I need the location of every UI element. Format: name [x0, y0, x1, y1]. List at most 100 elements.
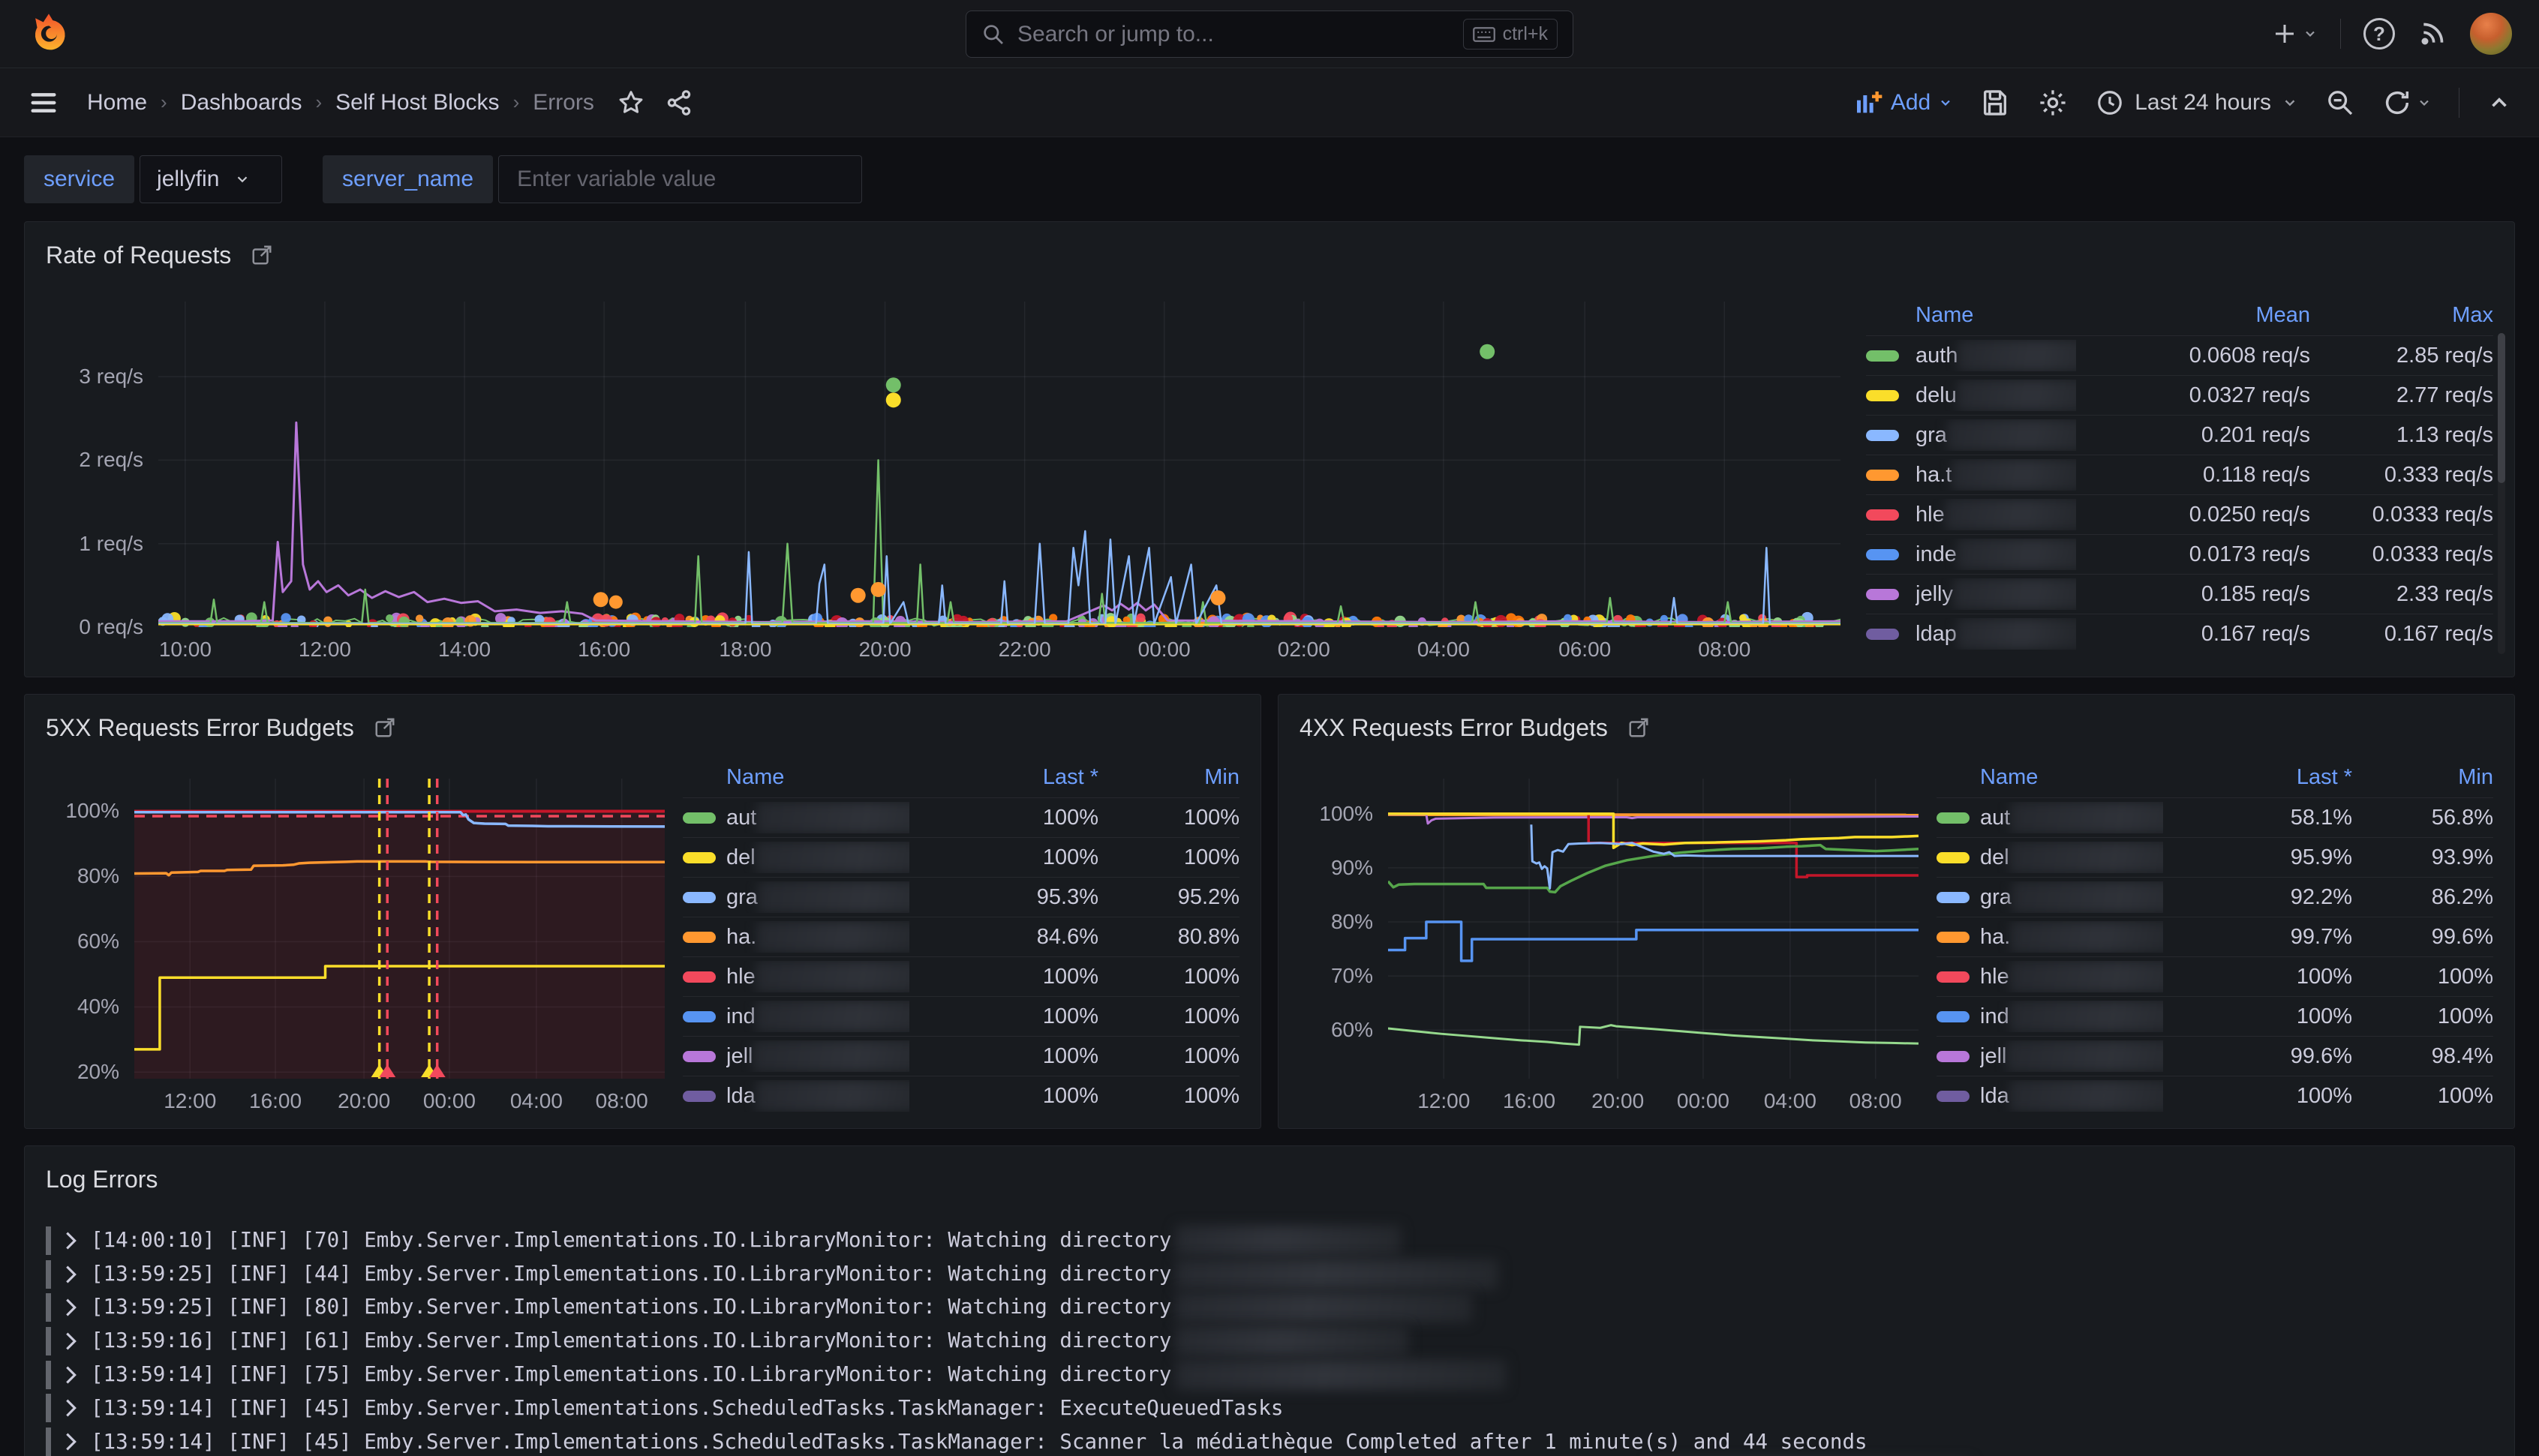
expand-chevron-icon[interactable]: [65, 1398, 77, 1418]
expand-chevron-icon[interactable]: [65, 1265, 77, 1284]
legend-row[interactable]: auth0.0608 req/s2.85 req/s: [1866, 335, 2493, 375]
legend-row[interactable]: lda100%100%: [683, 1076, 1239, 1115]
series-color-pill[interactable]: [1866, 549, 1899, 560]
legend-row[interactable]: gra95.3%95.2%: [683, 877, 1239, 917]
legend-row[interactable]: jelly0.185 req/s2.33 req/s: [1866, 574, 2493, 614]
grafana-logo[interactable]: [27, 12, 71, 56]
panel-title[interactable]: Rate of Requests: [46, 242, 231, 269]
breadcrumb-item[interactable]: Self Host Blocks: [335, 90, 499, 116]
menu-toggle-button[interactable]: [27, 86, 60, 119]
legend-row[interactable]: jell99.6%98.4%: [1937, 1036, 2493, 1076]
legend-col-name[interactable]: Name: [726, 765, 909, 790]
external-link-icon[interactable]: [251, 244, 273, 266]
add-panel-button[interactable]: Add: [1853, 88, 1953, 118]
legend-row[interactable]: ldap0.167 req/s0.167 req/s: [1866, 614, 2493, 653]
favorite-button[interactable]: [617, 89, 645, 117]
legend-col-name[interactable]: Name: [1980, 765, 2163, 790]
legend-row[interactable]: jell100%100%: [683, 1036, 1239, 1076]
log-row[interactable]: [13:59:16] [INF] [61] Emby.Server.Implem…: [46, 1325, 2493, 1358]
help-button[interactable]: ?: [2363, 18, 2395, 50]
legend-scrollbar[interactable]: [2498, 333, 2505, 654]
series-color-pill[interactable]: [1937, 812, 1970, 824]
legend-col-1[interactable]: Last *: [909, 765, 1098, 790]
series-color-pill[interactable]: [1937, 1011, 1970, 1022]
share-button[interactable]: [665, 89, 693, 117]
legend-col-1[interactable]: Last *: [2163, 765, 2352, 790]
breadcrumb-item[interactable]: Home: [87, 90, 147, 116]
legend-row[interactable]: ind100%100%: [683, 996, 1239, 1036]
search-input[interactable]: Search or jump to... ctrl+k: [966, 11, 1573, 58]
series-color-pill[interactable]: [1866, 350, 1899, 362]
new-menu-button[interactable]: [2271, 20, 2318, 47]
legend-row[interactable]: aut100%100%: [683, 797, 1239, 837]
expand-chevron-icon[interactable]: [65, 1365, 77, 1385]
dashboard-settings-button[interactable]: [2037, 87, 2069, 119]
news-button[interactable]: [2417, 19, 2447, 49]
legend-row[interactable]: gra0.201 req/s1.13 req/s: [1866, 415, 2493, 455]
legend-row[interactable]: ind100%100%: [1937, 996, 2493, 1036]
series-color-pill[interactable]: [1937, 852, 1970, 863]
panel-title[interactable]: 4XX Requests Error Budgets: [1300, 714, 1608, 742]
legend-row[interactable]: ha.t0.118 req/s0.333 req/s: [1866, 455, 2493, 494]
series-color-pill[interactable]: [683, 932, 716, 943]
series-color-pill[interactable]: [1866, 589, 1899, 600]
legend-col-1[interactable]: Mean: [2076, 303, 2310, 328]
collapse-toolbar-button[interactable]: [2486, 90, 2512, 116]
log-row[interactable]: [13:59:14] [INF] [75] Emby.Server.Implem…: [46, 1358, 2493, 1391]
refresh-button[interactable]: [2382, 88, 2432, 118]
variable-select-service[interactable]: jellyfin: [140, 155, 282, 203]
expand-chevron-icon[interactable]: [65, 1231, 77, 1250]
panel-title[interactable]: 5XX Requests Error Budgets: [46, 714, 354, 742]
legend-col-name[interactable]: Name: [1916, 303, 2076, 328]
series-color-pill[interactable]: [1866, 629, 1899, 640]
series-color-pill[interactable]: [683, 812, 716, 824]
zoom-out-button[interactable]: [2325, 88, 2355, 118]
legend-row[interactable]: inde0.0173 req/s0.0333 req/s: [1866, 534, 2493, 574]
series-color-pill[interactable]: [683, 1091, 716, 1102]
legend-row[interactable]: del95.9%93.9%: [1937, 837, 2493, 877]
legend-row[interactable]: hle0.0250 req/s0.0333 req/s: [1866, 494, 2493, 534]
5xx-error-budget-chart[interactable]: 20%40%60%80%100% 12:0016:0020:0000:0004:…: [46, 779, 665, 1118]
series-color-pill[interactable]: [683, 852, 716, 863]
series-color-pill[interactable]: [683, 892, 716, 903]
series-color-pill[interactable]: [1866, 390, 1899, 401]
legend-row[interactable]: aut58.1%56.8%: [1937, 797, 2493, 837]
series-color-pill[interactable]: [1866, 430, 1899, 441]
panel-title[interactable]: Log Errors: [46, 1166, 158, 1193]
expand-chevron-icon[interactable]: [65, 1298, 77, 1317]
time-range-picker[interactable]: Last 24 hours: [2096, 89, 2298, 117]
legend-col-2[interactable]: Max: [2310, 303, 2493, 328]
series-color-pill[interactable]: [683, 1051, 716, 1062]
legend-col-2[interactable]: Min: [1098, 765, 1239, 790]
4xx-error-budget-chart[interactable]: 60%70%80%90%100% 12:0016:0020:0000:0004:…: [1300, 779, 1919, 1118]
legend-row[interactable]: ha.84.6%80.8%: [683, 917, 1239, 956]
series-color-pill[interactable]: [1866, 509, 1899, 521]
series-color-pill[interactable]: [683, 971, 716, 983]
series-color-pill[interactable]: [1937, 892, 1970, 903]
legend-row[interactable]: lda100%100%: [1937, 1076, 2493, 1115]
series-color-pill[interactable]: [683, 1011, 716, 1022]
log-row[interactable]: [13:59:14] [INF] [45] Emby.Server.Implem…: [46, 1391, 2493, 1425]
legend-row[interactable]: gra92.2%86.2%: [1937, 877, 2493, 917]
log-row[interactable]: [13:59:25] [INF] [44] Emby.Server.Implem…: [46, 1258, 2493, 1292]
external-link-icon[interactable]: [1627, 716, 1650, 739]
series-color-pill[interactable]: [1937, 971, 1970, 983]
log-row[interactable]: [13:59:25] [INF] [80] Emby.Server.Implem…: [46, 1291, 2493, 1325]
breadcrumb-item[interactable]: Errors: [533, 90, 594, 116]
expand-chevron-icon[interactable]: [65, 1331, 77, 1351]
series-color-pill[interactable]: [1937, 1051, 1970, 1062]
series-color-pill[interactable]: [1866, 470, 1899, 481]
legend-row[interactable]: hle100%100%: [1937, 956, 2493, 996]
legend-row[interactable]: delu0.0327 req/s2.77 req/s: [1866, 375, 2493, 415]
legend-row[interactable]: hle100%100%: [683, 956, 1239, 996]
expand-chevron-icon[interactable]: [65, 1432, 77, 1451]
save-dashboard-button[interactable]: [1980, 88, 2010, 118]
legend-col-2[interactable]: Min: [2352, 765, 2493, 790]
external-link-icon[interactable]: [374, 716, 396, 739]
log-row[interactable]: [13:59:14] [INF] [45] Emby.Server.Implem…: [46, 1425, 2493, 1456]
breadcrumb-item[interactable]: Dashboards: [181, 90, 302, 116]
series-color-pill[interactable]: [1937, 1091, 1970, 1102]
series-color-pill[interactable]: [1937, 932, 1970, 943]
legend-row[interactable]: ha.99.7%99.6%: [1937, 917, 2493, 956]
legend-row[interactable]: del100%100%: [683, 837, 1239, 877]
